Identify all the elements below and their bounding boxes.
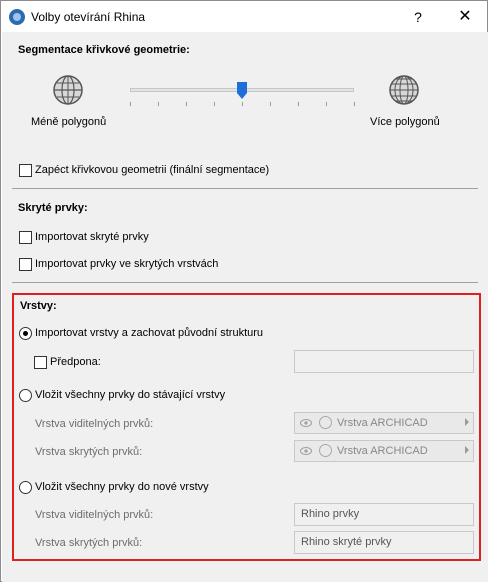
import-hidden-elements-checkbox[interactable] bbox=[19, 231, 32, 244]
layers-heading: Vrstvy: bbox=[20, 300, 57, 312]
existing-layer-label: Vložit všechny prvky do stávající vrstvy bbox=[35, 389, 226, 401]
slider-tick bbox=[298, 102, 299, 106]
bake-geometry-label: Zapéct křivkovou geometrii (finální segm… bbox=[35, 164, 270, 176]
slider-tick bbox=[354, 102, 355, 106]
bake-geometry-checkbox[interactable] bbox=[19, 164, 32, 177]
close-button[interactable]: ✕ bbox=[448, 5, 482, 29]
hidden-elements-heading: Skryté prvky: bbox=[18, 202, 88, 214]
segmentation-heading: Segmentace křivkové geometrie: bbox=[18, 44, 190, 56]
new-visible-layer-label: Vrstva viditelných prvků: bbox=[35, 509, 154, 521]
segmentation-slider-thumb[interactable] bbox=[237, 82, 247, 99]
eye-icon bbox=[300, 447, 312, 455]
dialog-content: Segmentace křivkové geometrie: Méně poly… bbox=[2, 32, 488, 582]
slider-tick bbox=[130, 102, 131, 106]
hidden-layer-dropdown[interactable]: Vrstva ARCHICAD bbox=[294, 440, 474, 462]
slider-tick bbox=[186, 102, 187, 106]
keep-structure-radio[interactable] bbox=[19, 327, 32, 340]
slider-tick bbox=[270, 102, 271, 106]
low-poly-label: Méně polygonů bbox=[31, 116, 107, 128]
dropdown-arrow-icon bbox=[465, 446, 469, 454]
import-hidden-elements-label: Importovat skryté prvky bbox=[35, 231, 149, 243]
hidden-layer-label: Vrstva skrytých prvků: bbox=[35, 446, 143, 458]
layer-icon bbox=[319, 444, 332, 457]
keep-structure-label: Importovat vrstvy a zachovat původní str… bbox=[35, 327, 264, 339]
slider-tick bbox=[158, 102, 159, 106]
import-hidden-layers-checkbox[interactable] bbox=[19, 258, 32, 271]
section-divider bbox=[12, 282, 478, 283]
low-poly-globe-icon bbox=[53, 75, 83, 105]
new-hidden-layer-label: Vrstva skrytých prvků: bbox=[35, 537, 143, 549]
new-visible-layer-input[interactable]: Rhino prvky bbox=[294, 503, 474, 526]
prefix-checkbox[interactable] bbox=[34, 356, 47, 369]
new-layer-label: Vložit všechny prvky do nové vrstvy bbox=[35, 481, 209, 493]
dialog-title: Volby otevírání Rhina bbox=[31, 10, 146, 24]
section-divider bbox=[12, 188, 478, 189]
dropdown-arrow-icon bbox=[465, 418, 469, 426]
title-bar: Volby otevírání Rhina ? ✕ bbox=[1, 1, 487, 32]
slider-tick bbox=[214, 102, 215, 106]
prefix-label: Předpona: bbox=[50, 356, 101, 368]
layer-icon bbox=[319, 416, 332, 429]
high-poly-label: Více polygonů bbox=[370, 116, 440, 128]
archicad-app-icon bbox=[9, 9, 25, 25]
visible-layer-dropdown[interactable]: Vrstva ARCHICAD bbox=[294, 412, 474, 434]
new-hidden-layer-input[interactable]: Rhino skryté prvky bbox=[294, 531, 474, 554]
visible-layer-value: Vrstva ARCHICAD bbox=[337, 417, 428, 429]
high-poly-globe-icon bbox=[389, 75, 419, 105]
new-layer-radio[interactable] bbox=[19, 481, 32, 494]
prefix-input[interactable] bbox=[294, 350, 474, 373]
dialog-window: Volby otevírání Rhina ? ✕ Segmentace kři… bbox=[0, 0, 488, 582]
help-button[interactable]: ? bbox=[403, 5, 433, 29]
visible-layer-label: Vrstva viditelných prvků: bbox=[35, 418, 154, 430]
eye-icon bbox=[300, 419, 312, 427]
hidden-layer-value: Vrstva ARCHICAD bbox=[337, 445, 428, 457]
import-hidden-layers-label: Importovat prvky ve skrytých vrstvách bbox=[35, 258, 219, 270]
slider-tick bbox=[242, 102, 243, 106]
existing-layer-radio[interactable] bbox=[19, 389, 32, 402]
slider-tick bbox=[326, 102, 327, 106]
